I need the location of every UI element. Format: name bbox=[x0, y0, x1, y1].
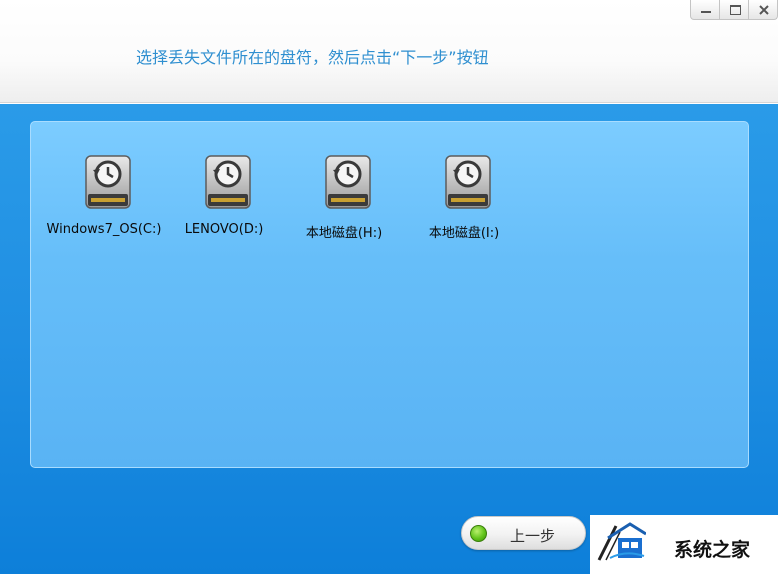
drive-label: 本地磁盘(H:) bbox=[305, 226, 383, 241]
green-dot-icon bbox=[470, 525, 487, 542]
drive-label: Windows7_OS(C:) bbox=[46, 222, 162, 237]
prev-step-label: 上一步 bbox=[510, 527, 556, 545]
maximize-icon bbox=[720, 0, 748, 19]
drive-item-c[interactable]: Windows7_OS(C:) bbox=[44, 154, 164, 244]
site-watermark: 系统之家 bbox=[590, 515, 778, 574]
main-content: Windows7_OS(C:) LENOVO(D:) 本地磁盘(H:) 本地磁盘… bbox=[0, 104, 778, 574]
watermark-text: 系统之家 bbox=[674, 539, 751, 561]
drive-label: LENOVO(D:) bbox=[184, 222, 264, 237]
drive-item-i[interactable]: 本地磁盘(I:) bbox=[404, 154, 524, 244]
drive-list-panel: Windows7_OS(C:) LENOVO(D:) 本地磁盘(H:) 本地磁盘… bbox=[30, 121, 749, 468]
minimize-button[interactable] bbox=[690, 0, 720, 20]
recovery-window: 选择丢失文件所在的盘符，然后点击“下一步”按钮 Windows7_OS(C:) … bbox=[0, 0, 778, 574]
prev-step-button[interactable]: 上一步 bbox=[461, 516, 586, 550]
drive-item-h[interactable]: 本地磁盘(H:) bbox=[284, 154, 404, 244]
hard-drive-restore-icon bbox=[325, 155, 371, 209]
window-header: 选择丢失文件所在的盘符，然后点击“下一步”按钮 bbox=[0, 0, 778, 103]
window-controls bbox=[690, 0, 778, 20]
instruction-text: 选择丢失文件所在的盘符，然后点击“下一步”按钮 bbox=[136, 48, 489, 67]
hard-drive-restore-icon bbox=[85, 155, 131, 209]
house-logo-icon bbox=[597, 522, 646, 561]
drive-label: 本地磁盘(I:) bbox=[428, 226, 500, 241]
close-icon bbox=[749, 0, 777, 19]
maximize-button[interactable] bbox=[719, 0, 749, 20]
hard-drive-restore-icon bbox=[445, 155, 491, 209]
hard-drive-restore-icon bbox=[205, 155, 251, 209]
drive-item-d[interactable]: LENOVO(D:) bbox=[164, 154, 284, 244]
minimize-icon bbox=[691, 0, 719, 19]
close-button[interactable] bbox=[748, 0, 778, 20]
